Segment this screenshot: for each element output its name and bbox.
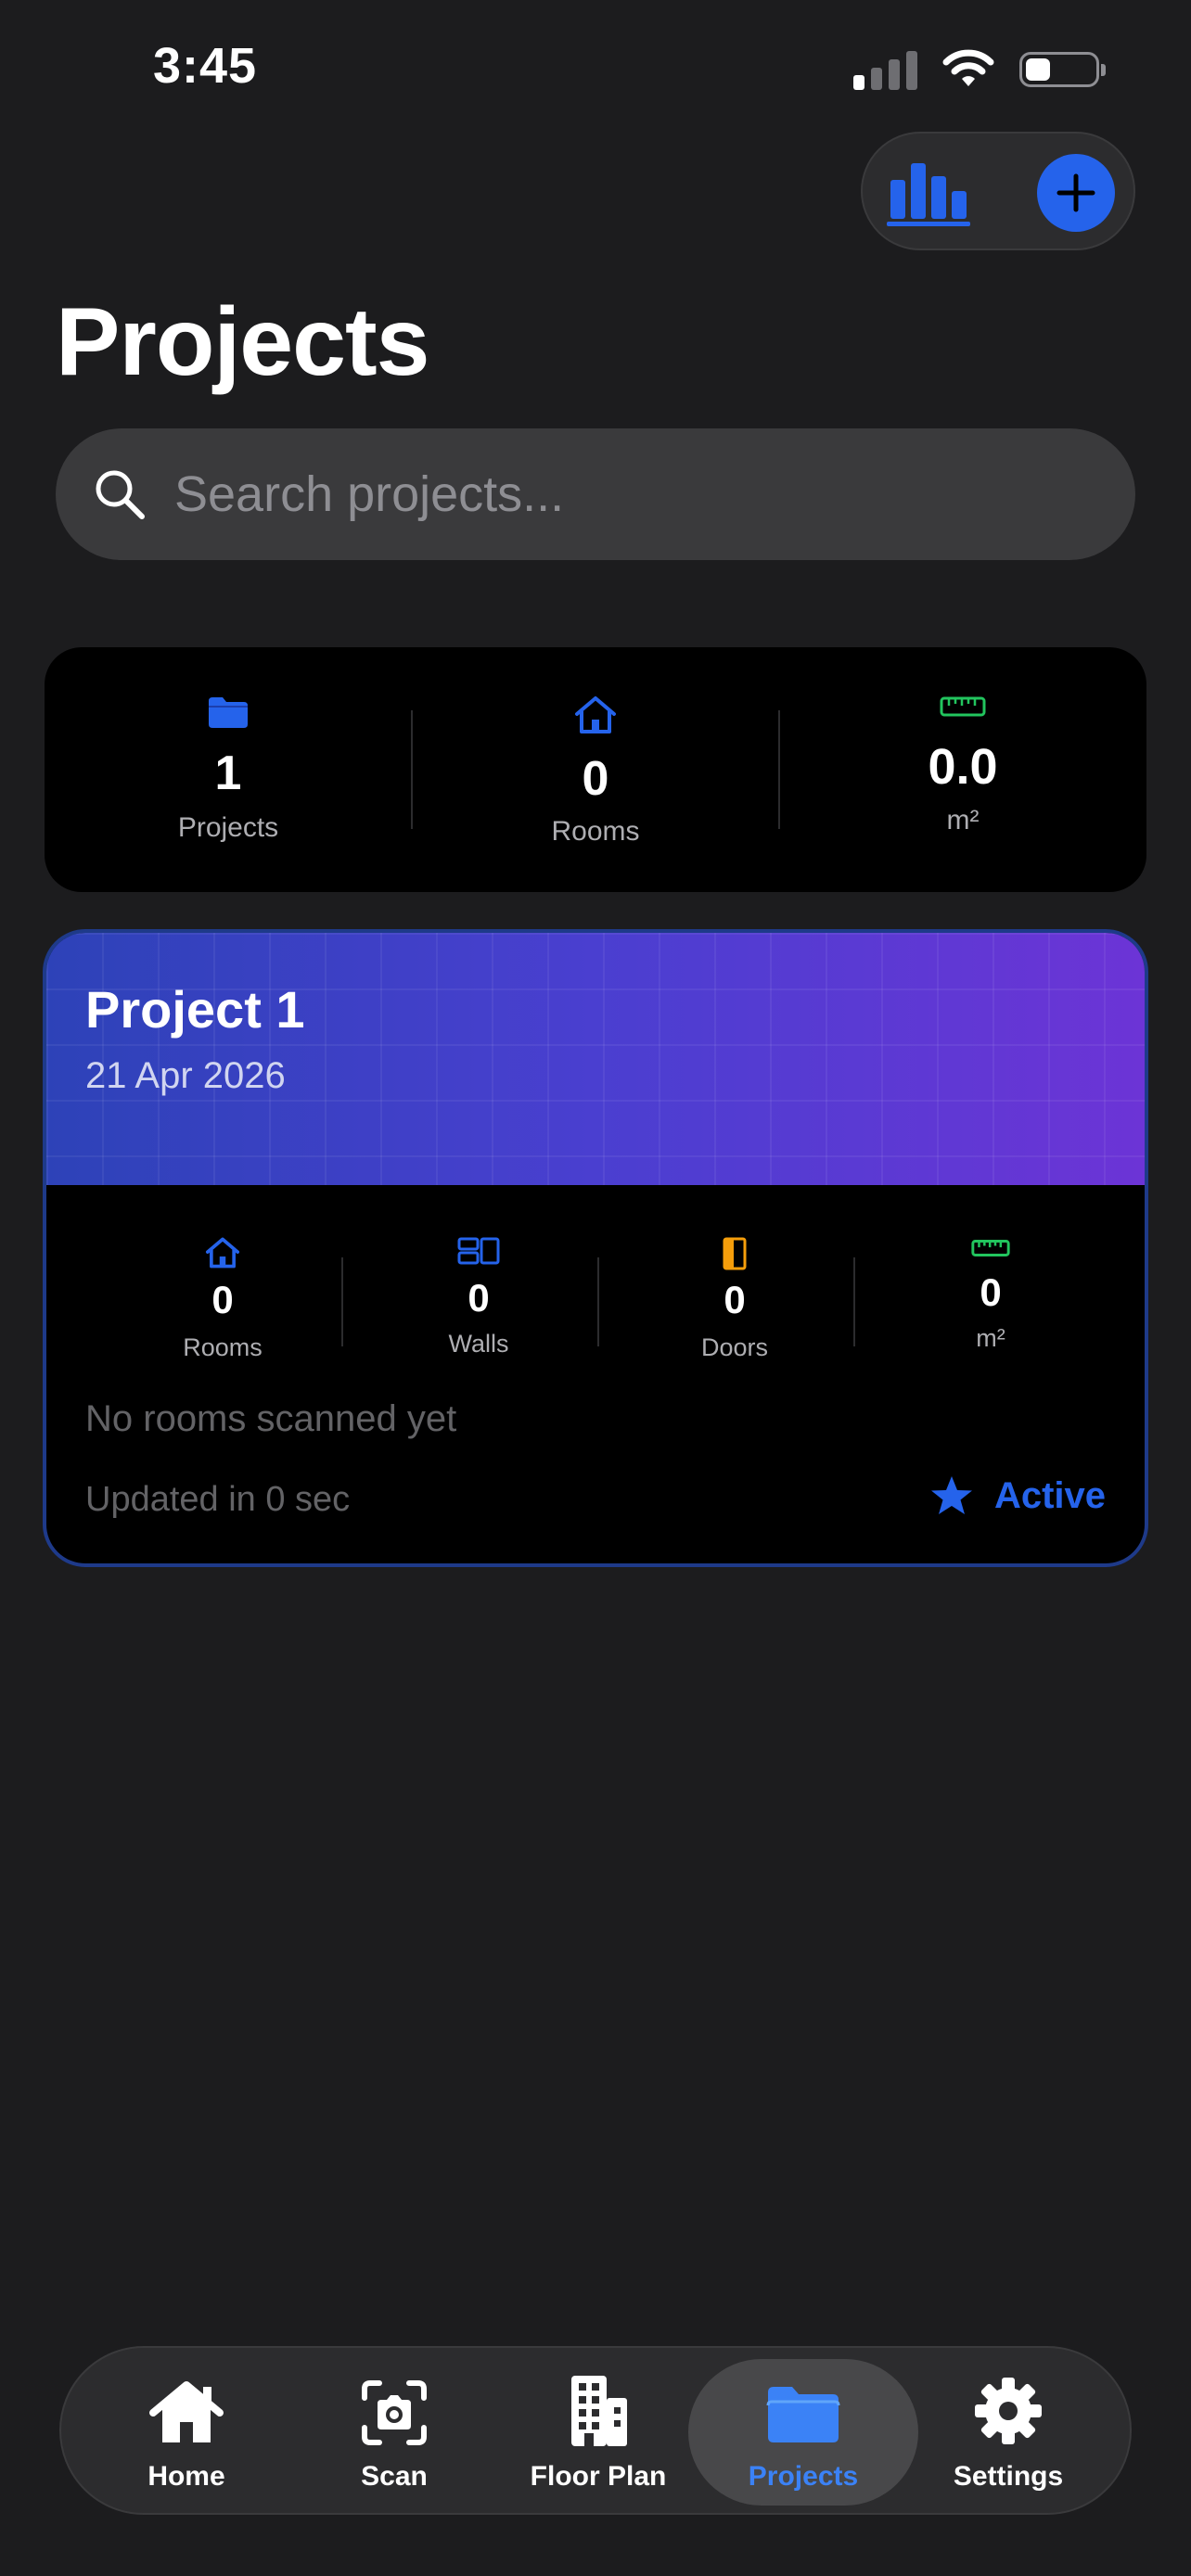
cellular-signal-icon [853, 49, 917, 90]
wifi-icon [942, 49, 994, 86]
folder-icon [209, 697, 248, 728]
summary-value: 0.0 [928, 739, 998, 795]
tab-label: Home [147, 2461, 225, 2492]
plus-icon [1057, 173, 1095, 212]
add-project-button[interactable] [1037, 154, 1115, 232]
active-badge-label: Active [993, 1474, 1106, 1516]
ruler-icon [971, 1240, 1010, 1256]
star-icon [930, 1476, 972, 1514]
ruler-icon [940, 696, 986, 717]
status-icons [853, 46, 1106, 93]
project-stat-rooms: 0 Rooms [95, 1185, 351, 1389]
empty-rooms-message: No rooms scanned yet [85, 1398, 457, 1439]
summary-card: 1 Projects 0 Rooms 0.0 m² [45, 647, 1146, 892]
battery-icon [1019, 52, 1106, 87]
project-stat-value: 0 [724, 1278, 746, 1321]
header-actions [861, 132, 1135, 250]
summary-label: Rooms [551, 816, 640, 847]
summary-value: 0 [582, 752, 609, 806]
active-badge: Active [929, 1474, 1106, 1517]
project-stat-walls: 0 Walls [351, 1185, 607, 1389]
project-stat-label: m² [976, 1324, 1005, 1352]
summary-value: 1 [214, 746, 242, 800]
project-stat-label: Walls [448, 1330, 509, 1358]
project-stat-label: Rooms [183, 1333, 263, 1361]
tab-bar: Home Scan Floor Plan Projects Settings [59, 2346, 1132, 2515]
house-icon [575, 696, 616, 733]
tab-scan[interactable]: Scan [288, 2359, 501, 2506]
summary-label: m² [946, 805, 980, 835]
project-stat-value: 0 [211, 1278, 234, 1321]
camera-scan-icon [362, 2380, 427, 2445]
search-input[interactable] [173, 465, 1135, 524]
project-name: Project 1 [85, 980, 305, 1039]
project-stat-value: 0 [467, 1276, 490, 1320]
page-title: Projects [56, 288, 429, 396]
tab-floor-plan[interactable]: Floor Plan [492, 2359, 705, 2506]
statistics-button[interactable] [887, 159, 976, 226]
tab-label: Scan [361, 2461, 428, 2492]
divider [597, 1257, 599, 1346]
status-time: 3:45 [153, 38, 258, 94]
summary-projects: 1 Projects [45, 647, 412, 892]
divider [341, 1257, 343, 1346]
summary-area: 0.0 m² [779, 647, 1146, 892]
tab-projects[interactable]: Projects [688, 2359, 918, 2506]
walls-icon [457, 1237, 500, 1265]
bar-chart-icon [887, 163, 970, 226]
folder-icon [766, 2387, 840, 2442]
tab-home[interactable]: Home [80, 2359, 293, 2506]
updated-timestamp: Updated in 0 sec [85, 1480, 351, 1519]
project-date: 21 Apr 2026 [85, 1055, 286, 1096]
search-bar[interactable] [56, 428, 1135, 560]
door-icon [723, 1237, 747, 1270]
summary-rooms: 0 Rooms [412, 647, 779, 892]
project-stat-doors: 0 Doors [607, 1185, 863, 1389]
search-icon [96, 470, 145, 519]
tab-settings[interactable]: Settings [902, 2359, 1115, 2506]
building-icon [571, 2376, 627, 2446]
gear-icon [975, 2378, 1042, 2444]
tab-label: Projects [748, 2461, 859, 2492]
project-stat-area: 0 m² [863, 1185, 1119, 1389]
summary-label: Projects [177, 812, 279, 843]
house-icon [149, 2381, 224, 2442]
project-stat-label: Doors [700, 1333, 769, 1361]
house-icon [205, 1237, 240, 1269]
project-stat-value: 0 [980, 1270, 1002, 1314]
divider [853, 1257, 855, 1346]
tab-label: Settings [953, 2461, 1064, 2492]
project-card[interactable]: Project 1 21 Apr 2026 0 Rooms 0 Walls 0 … [43, 929, 1148, 1567]
tab-label: Floor Plan [530, 2461, 667, 2492]
project-card-header: Project 1 21 Apr 2026 [46, 933, 1145, 1185]
